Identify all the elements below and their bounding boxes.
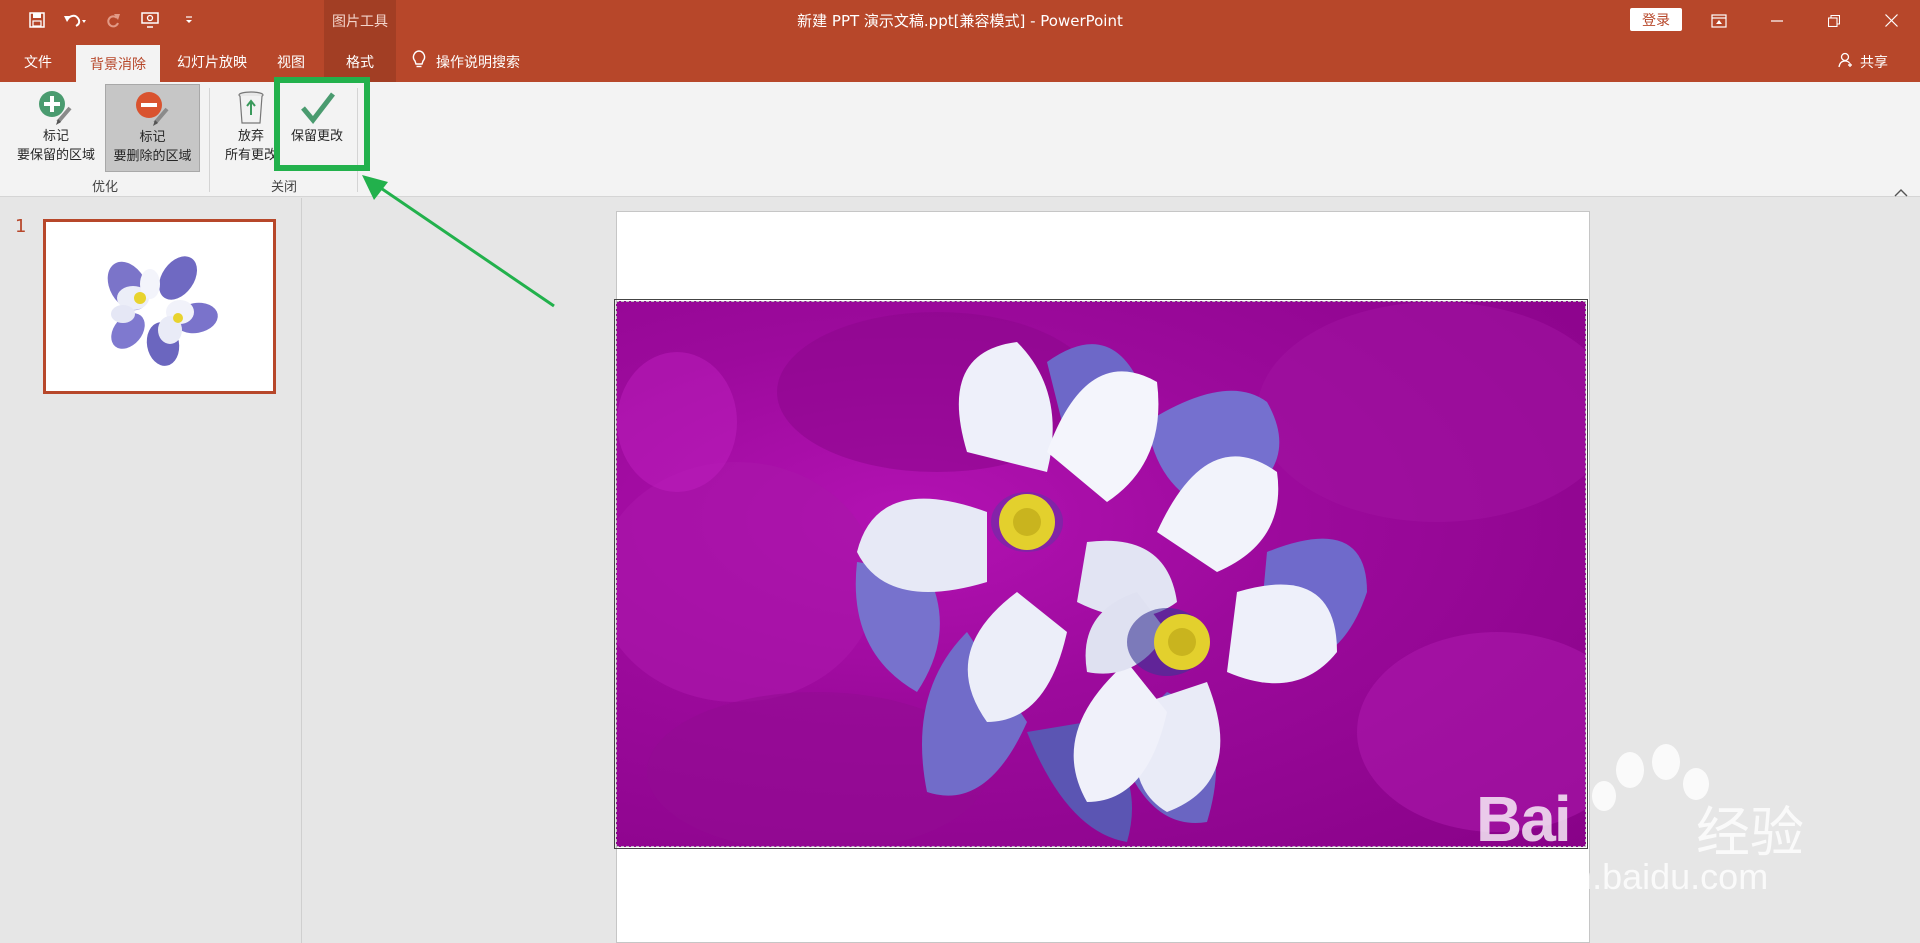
annotation-highlight-box (274, 77, 370, 171)
group-separator (209, 88, 210, 192)
mark-keep-icon (36, 84, 76, 126)
mark-keep-line1: 标记 (42, 129, 69, 144)
quick-access-toolbar (22, 7, 212, 33)
tab-view[interactable]: 视图 (266, 41, 316, 82)
lightbulb-icon (412, 49, 436, 74)
discard-icon (231, 84, 271, 126)
mark-areas-to-keep-button[interactable]: 标记 要保留的区域 (10, 84, 102, 172)
tab-background-removal[interactable]: 背景消除 (76, 45, 160, 82)
picture-content (616, 301, 1586, 847)
watermark-url: jingyan.baidu.com (1478, 856, 1769, 897)
presenter-icon[interactable] (136, 7, 166, 33)
restore-icon[interactable] (1811, 0, 1857, 41)
picture-tools-label: 图片工具 (332, 13, 388, 30)
tab-format[interactable]: 格式 (324, 41, 396, 82)
share-label: 共享 (1860, 54, 1888, 71)
flower-image (617, 302, 1585, 846)
redo-icon[interactable] (98, 7, 128, 33)
picture-background-removal[interactable] (614, 299, 1588, 849)
window-title: 新建 PPT 演示文稿.ppt[兼容模式] - PowerPoint (797, 12, 1123, 30)
ribbon-display-options-icon[interactable] (1696, 0, 1742, 41)
tell-me-search[interactable]: 操作说明搜索 (412, 41, 520, 82)
mark-remove-line2: 要删除的区域 (113, 149, 192, 164)
tab-file[interactable]: 文件 (10, 41, 66, 82)
thumbnail-flower-image (107, 256, 218, 366)
tell-me-label: 操作说明搜索 (436, 54, 520, 71)
group-label-close: 关闭 (270, 179, 297, 195)
minimize-icon[interactable] (1754, 0, 1800, 41)
group-label-refine: 优化 (91, 179, 118, 195)
customize-icon[interactable] (174, 7, 204, 33)
share-button[interactable]: 共享 (1838, 41, 1888, 82)
person-icon (1838, 52, 1860, 72)
mark-keep-line2: 要保留的区域 (16, 148, 95, 163)
mark-remove-line1: 标记 (139, 130, 166, 145)
slide-number: 1 (15, 216, 27, 237)
slide-thumbnail[interactable] (43, 219, 276, 394)
annotation-arrow-icon (362, 175, 555, 308)
close-icon[interactable] (1868, 0, 1914, 41)
save-icon[interactable] (22, 7, 52, 33)
login-button[interactable]: 登录 (1630, 8, 1682, 31)
undo-icon[interactable] (60, 7, 90, 33)
slides-pane: 1 (0, 198, 302, 943)
discard-line1: 放弃 (237, 129, 264, 144)
title-bar: 图片工具 新建 PPT 演示文稿.ppt[兼容模式] - PowerPoint … (0, 0, 1920, 82)
mark-areas-to-remove-button[interactable]: 标记 要删除的区域 (105, 84, 200, 172)
tab-slide-show[interactable]: 幻灯片放映 (166, 41, 258, 82)
watermark-brand: Bai (1476, 783, 1572, 855)
mark-remove-icon (133, 85, 173, 127)
discard-line2: 所有更改 (224, 148, 277, 163)
ribbon-tabs: 文件 背景消除 幻灯片放映 视图 格式 (0, 41, 1920, 82)
